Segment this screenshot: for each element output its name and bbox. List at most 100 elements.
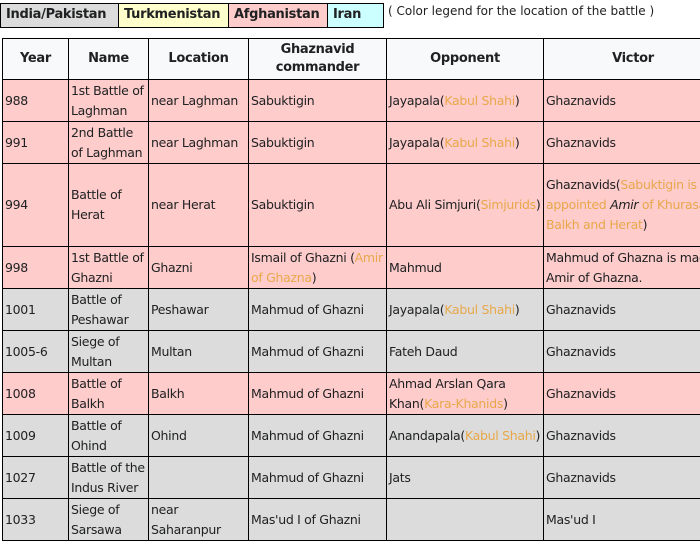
cell-victor: Ghaznavids [543,79,700,122]
table-row: 1005-6 Siege of Multan Multan Mahmud of Gha… [2,330,700,373]
cell-year: 1001 [2,288,69,331]
cell-text: ) [535,197,541,212]
cell-name: 1st Battle of Laghman [68,79,149,122]
link[interactable]: Kabul Shahi [444,302,515,317]
cell-victor: Ghaznavids [543,330,700,373]
cell-name: Battle of Balkh [68,372,149,415]
cell-victor: Mahmud of Ghazna is made Amir of Ghazna. [543,246,700,289]
cell-commander: Mas'ud I of Ghazni [248,498,387,541]
cell-opponent: Ahmad Arslan Qara Khan(Kara-Khanids) [386,372,544,415]
cell-opponent: Jayapala(Kabul Shahi) [386,121,544,164]
link[interactable]: Kabul Shahi [465,428,536,443]
cell-text: Mahmud of Ghazni [251,385,364,401]
legend-afghanistan: Afghanistan [228,3,327,28]
table-row: 991 2nd Battle of Laghman near Laghman Sabu… [2,121,700,164]
header-year[interactable]: Year [2,38,69,80]
table-row: 1009 Battle of Ohind Ohind Mahmud of Ghazni… [2,414,700,457]
cell-year: 1008 [2,372,69,415]
table-row: 1033 Siege of Sarsawa near Saharanpur Mas'u… [2,498,700,541]
cell-text: Mahmud of Ghazni [251,343,364,359]
cell-commander: Mahmud of Ghazni [248,330,387,373]
cell-victor: Ghaznavids [543,288,700,331]
link[interactable]: Kara-Khanids [424,396,503,411]
cell-opponent: Jayapala(Kabul Shahi) [386,79,544,122]
cell-text: ) [503,395,508,411]
cell-text: ) [514,301,520,317]
legend-note: ( Color legend for the location of the b… [388,4,655,18]
header-location[interactable]: Location [148,38,249,80]
cell-text: Fateh Daud [389,343,458,359]
battles-table: Year Name Location Ghaznavid commander O… [2,38,700,541]
cell-name: Battle of Peshawar [68,288,149,331]
cell-location: near Herat [148,163,249,247]
cell-text: Ghaznavids [546,301,616,317]
cell-location: Peshawar [148,288,249,331]
cell-year: 994 [2,163,69,247]
cell-location: Balkh [148,372,249,415]
cell-text: Ghaznavids [546,134,616,150]
cell-location: Multan [148,330,249,373]
cell-opponent: Fateh Daud [386,330,544,373]
cell-location: Ohind [148,414,249,457]
link[interactable]: Simjurids [481,197,537,212]
link[interactable]: Kabul Shahi [444,135,515,150]
cell-text: Jayapala( [389,92,445,108]
cell-text: Ghaznavids [546,343,616,359]
cell-text: Mas'ud I of Ghazni [251,511,361,527]
table-row: 998 1st Battle of Ghazni Ghazni Ismail of G… [2,246,700,289]
cell-text: Amir [610,197,639,212]
header-name[interactable]: Name [68,38,149,80]
cell-commander: Ismail of Ghazni (Amir of Ghazna) [248,246,387,289]
table-row: 1001 Battle of Peshawar Peshawar Mahmud of … [2,288,700,331]
cell-location: Ghazni [148,246,249,289]
cell-year: 1033 [2,498,69,541]
cell-victor: Ghaznavids [543,414,700,457]
cell-year: 998 [2,246,69,289]
cell-opponent: Jats [386,456,544,499]
cell-text: Ghaznavids [546,385,616,401]
cell-year: 1009 [2,414,69,457]
table-row: 1027 Battle of the Indus River Mahmud of G… [2,456,700,499]
cell-text: Mahmud of Ghazni [251,301,364,317]
cell-text: Jayapala( [389,134,445,150]
cell-text: Ghaznavids [546,469,616,485]
legend-turkmenistan: Turkmenistan [118,3,228,28]
header-victor[interactable]: Victor [543,38,700,80]
cell-name: Battle of Herat [68,163,149,247]
cell-text: Abu Ali Simjuri( [389,197,481,212]
cell-text: Mahmud of Ghazni [251,469,364,485]
cell-commander: Mahmud of Ghazni [248,288,387,331]
cell-opponent [386,498,544,541]
cell-year: 1027 [2,456,69,499]
link[interactable]: Kabul Shahi [444,93,515,108]
cell-text: Sabuktigin [251,197,315,212]
cell-location: near Laghman [148,79,249,122]
cell-name: Battle of the Indus River [68,456,149,499]
cell-commander: Sabuktigin [248,121,387,164]
color-legend: India/Pakistan Turkmenistan Afghanistan … [0,3,655,28]
cell-text: ) [311,269,317,285]
cell-text: Anandapala( [389,427,465,443]
cell-text: Mahmud of Ghazna is made Amir of Ghazna. [546,249,700,285]
cell-text: Ghaznavids [546,427,616,443]
table-row: 1008 Battle of Balkh Balkh Mahmud of Ghazni… [2,372,700,415]
cell-text: Mahmud of Ghazni [251,427,364,443]
header-opponent[interactable]: Opponent [386,38,544,80]
cell-text: Ghaznavids [546,92,616,108]
cell-text: Jayapala( [389,301,445,317]
cell-commander: Sabuktigin [248,79,387,122]
cell-text: Ismail of Ghazni ( [251,249,355,265]
cell-name: Siege of Multan [68,330,149,373]
cell-text: ) [514,134,520,150]
table-row: 988 1st Battle of Laghman near Laghman Sabu… [2,79,700,122]
legend-india-pakistan: India/Pakistan [0,3,118,28]
cell-text: Mahmud [389,259,442,275]
header-commander[interactable]: Ghaznavid commander [248,38,387,80]
cell-victor: Ghaznavids(Sabuktigin is appointed Amir … [543,163,700,247]
legend-iran: Iran [327,3,384,28]
cell-commander: Mahmud of Ghazni [248,414,387,457]
cell-year: 988 [2,79,69,122]
cell-location [148,456,249,499]
cell-name: 2nd Battle of Laghman [68,121,149,164]
cell-victor: Mas'ud I [543,498,700,541]
